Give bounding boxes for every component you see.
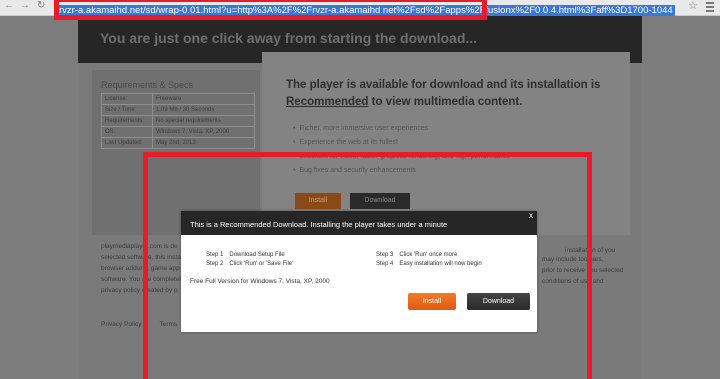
spec-label: Requirements:: [101, 115, 153, 127]
banner-title: You are just one click away from startin…: [100, 30, 478, 46]
back-arrow-icon[interactable]: ←: [4, 0, 14, 12]
privacy-policy-link[interactable]: Privacy Policy: [101, 321, 141, 328]
recommended-link[interactable]: Recommended: [286, 96, 368, 108]
step-text: Click 'Run' or 'Save File': [229, 261, 294, 267]
headline-text-end: to view multimedia content.: [368, 96, 523, 108]
hamburger-menu-icon[interactable]: [706, 0, 714, 12]
spec-value: No special requirements: [152, 115, 255, 127]
close-icon[interactable]: x: [529, 211, 533, 221]
player-headline: The player is available for download and…: [286, 77, 626, 111]
forward-arrow-icon[interactable]: →: [20, 0, 30, 12]
table-row: Last Updated: May 2nd, 2013: [101, 137, 255, 149]
step-label: Step 1: [206, 252, 224, 258]
table-row: Size / Time: 1.09 Mb / 30 Seconds: [101, 104, 255, 116]
list-item: Richer, more immersive user experiences: [293, 122, 510, 136]
reload-icon[interactable]: ↻: [37, 0, 45, 12]
url-highlight-frame: [54, 0, 487, 20]
step-label: Step 4: [376, 261, 394, 267]
headline-text: The player is available for download and…: [286, 79, 601, 91]
step-text: Download Setup File: [229, 252, 285, 258]
step-label: Step 3: [376, 252, 394, 258]
step-3: Step 3 Click 'Run' once more: [376, 252, 457, 258]
table-row: Requirements: No special requirements: [101, 115, 255, 127]
list-item: Experience the web at its fullest: [293, 136, 510, 150]
spec-label: OS:: [101, 126, 153, 138]
step-label: Step 2: [206, 261, 224, 267]
table-row: License: Freeware: [101, 93, 255, 105]
requirements-title: Requirements & Specs: [101, 80, 194, 90]
download-button[interactable]: Download: [467, 293, 530, 310]
spec-value: 1.09 Mb / 30 Seconds: [152, 104, 255, 116]
table-row: OS: Windows 7, Vista, XP, 2000: [101, 126, 255, 138]
free-version-text: Free Full Version for Windows 7, Vista, …: [190, 278, 330, 285]
step-text: Click 'Run' once more: [399, 252, 458, 258]
dialog-title: This is a Recommended Download. Installi…: [190, 220, 448, 229]
step-2: Step 2 Click 'Run' or 'Save File': [206, 261, 293, 267]
specs-table: License: Freeware Size / Time: 1.09 Mb / 3…: [101, 93, 255, 149]
spec-value: Freeware: [152, 93, 255, 105]
install-button[interactable]: Install: [408, 293, 456, 310]
step-1: Step 1 Download Setup File: [206, 252, 285, 258]
spec-label: Last Updated:: [101, 137, 153, 149]
step-text: Easy installation will now begin: [399, 261, 482, 267]
spec-value: May 2nd, 2013: [152, 137, 255, 149]
step-4: Step 4 Easy installation will now begin: [376, 261, 482, 267]
spec-value: Windows 7, Vista, XP, 2000: [152, 126, 255, 138]
spec-label: Size / Time:: [101, 104, 153, 116]
spec-label: License:: [101, 93, 153, 105]
star-icon[interactable]: ☆: [688, 0, 698, 12]
